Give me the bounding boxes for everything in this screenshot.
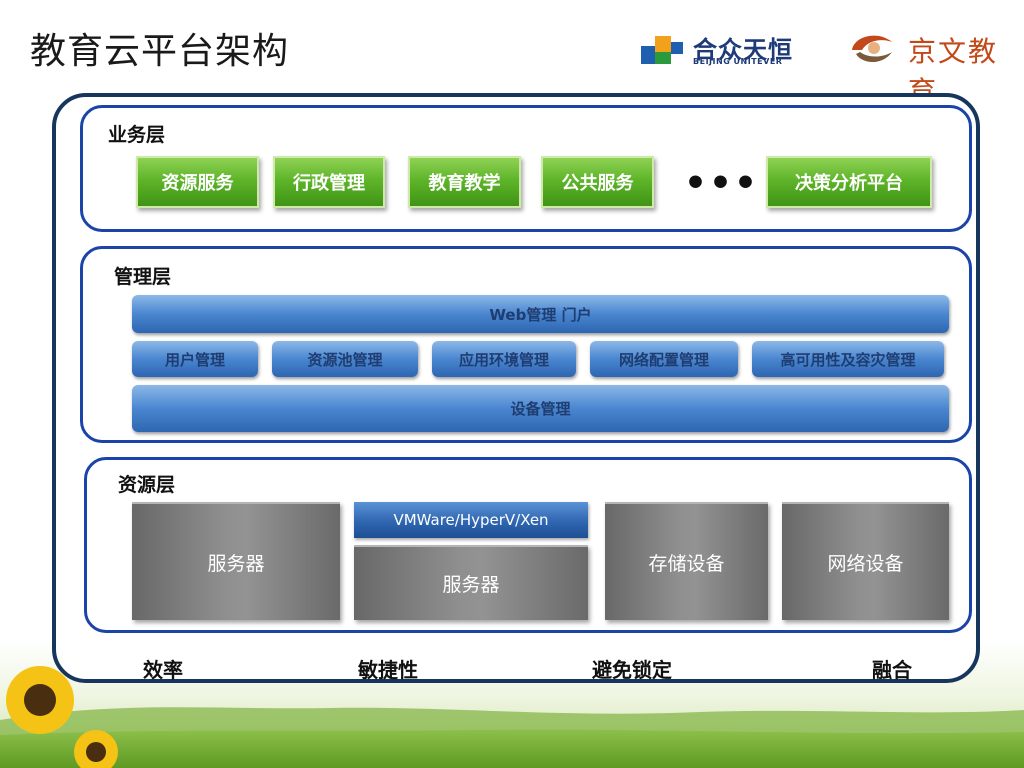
unitever-logo: 合众天恒 BEIJING UNITEVER bbox=[641, 32, 821, 66]
business-item-administration[interactable]: 行政管理 bbox=[273, 156, 385, 208]
benefit-efficiency: 效率 bbox=[143, 658, 183, 682]
resource-layer-label: 资源层 bbox=[118, 474, 176, 496]
business-item-education[interactable]: 教育教学 bbox=[408, 156, 521, 208]
unitever-logo-icon bbox=[641, 36, 683, 64]
jingwen-logo-icon bbox=[852, 35, 892, 62]
virtual-server-block[interactable]: 服务器 bbox=[354, 545, 588, 620]
mgmt-item-app-environment[interactable]: 应用环境管理 bbox=[432, 341, 576, 377]
management-layer-label: 管理层 bbox=[114, 266, 172, 288]
mgmt-item-user[interactable]: 用户管理 bbox=[132, 341, 258, 377]
benefit-convergence: 融合 bbox=[872, 658, 912, 682]
business-more-ellipsis: ••• bbox=[684, 163, 760, 204]
page-title: 教育云平台架构 bbox=[30, 31, 290, 72]
mgmt-item-ha-disaster-recovery[interactable]: 高可用性及容灾管理 bbox=[752, 341, 944, 377]
business-item-resource-service[interactable]: 资源服务 bbox=[136, 156, 259, 208]
resource-server-block[interactable]: 服务器 bbox=[132, 502, 340, 620]
mgmt-item-network-config[interactable]: 网络配置管理 bbox=[590, 341, 738, 377]
hypervisor-bar[interactable]: VMWare/HyperV/Xen bbox=[354, 502, 588, 538]
business-layer-label: 业务层 bbox=[108, 124, 166, 146]
unitever-logo-en: BEIJING UNITEVER bbox=[693, 57, 783, 66]
device-management-bar[interactable]: 设备管理 bbox=[132, 385, 949, 432]
benefit-agility: 敏捷性 bbox=[358, 658, 418, 682]
web-portal-bar[interactable]: Web管理 门户 bbox=[132, 295, 949, 333]
mgmt-item-resource-pool[interactable]: 资源池管理 bbox=[272, 341, 418, 377]
network-device-block[interactable]: 网络设备 bbox=[782, 502, 949, 620]
jingwen-logo: 京文教育 bbox=[848, 28, 1008, 108]
business-item-public-service[interactable]: 公共服务 bbox=[541, 156, 654, 208]
storage-device-block[interactable]: 存储设备 bbox=[605, 502, 768, 620]
benefit-avoid-lock-in: 避免锁定 bbox=[592, 658, 672, 682]
business-item-decision-platform[interactable]: 决策分析平台 bbox=[766, 156, 932, 208]
